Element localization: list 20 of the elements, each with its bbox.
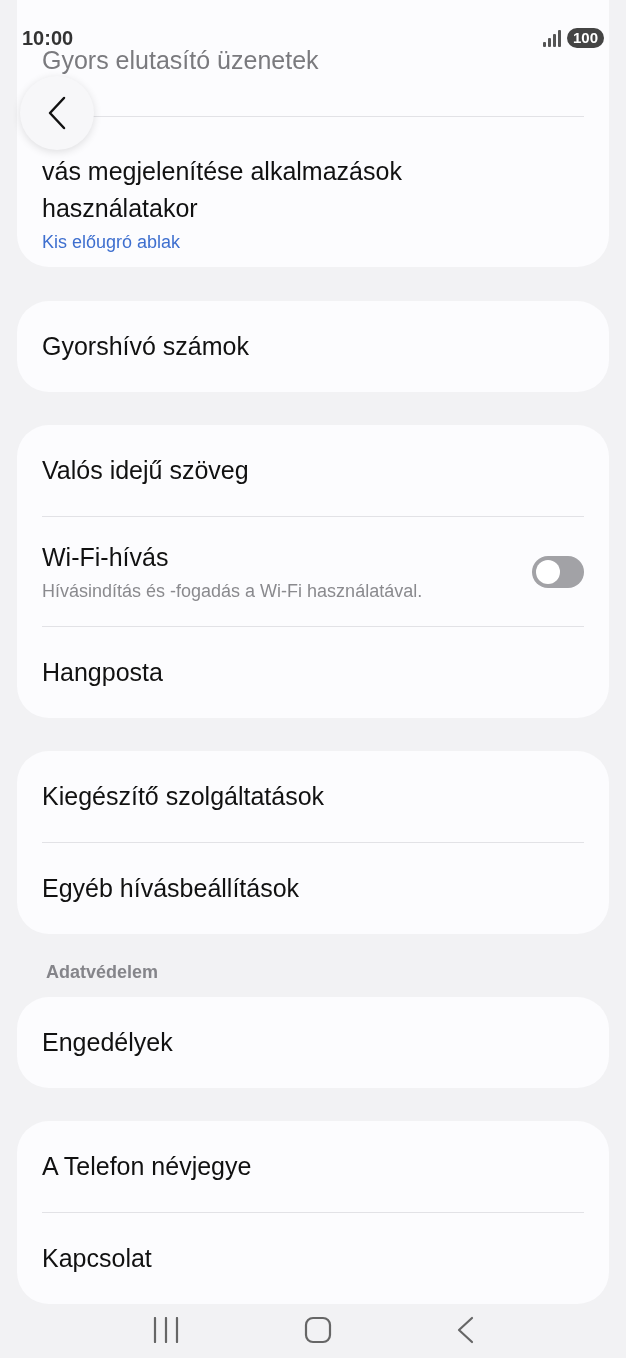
- back-nav-icon[interactable]: [456, 1316, 474, 1344]
- setting-title[interactable]: Kapcsolat: [42, 1240, 584, 1277]
- setting-title[interactable]: Kiegészítő szolgáltatások: [42, 778, 584, 815]
- setting-title[interactable]: Gyorshívó számok: [42, 328, 584, 365]
- signal-icon: [541, 29, 562, 47]
- setting-title[interactable]: Egyéb hívásbeállítások: [42, 870, 584, 907]
- setting-title[interactable]: Valós idejű szöveg: [42, 452, 584, 489]
- status-time: 10:00: [22, 26, 74, 51]
- back-icon: [47, 96, 67, 130]
- home-icon[interactable]: [304, 1316, 332, 1344]
- section-header: Adatvédelem: [45, 961, 160, 984]
- setting-title[interactable]: vás megjelenítése alkalmazások használatakor: [42, 153, 492, 227]
- setting-summary: Kis előugró ablak: [42, 231, 182, 254]
- setting-title[interactable]: Wi-Fi-hívás: [42, 539, 512, 576]
- setting-title[interactable]: Engedélyek: [42, 1024, 584, 1061]
- setting-title[interactable]: Hangposta: [42, 654, 584, 691]
- toggle-switch[interactable]: [532, 555, 584, 588]
- setting-title[interactable]: A Telefon névjegye: [42, 1148, 584, 1185]
- recents-icon[interactable]: [152, 1317, 180, 1343]
- setting-summary: Hívásindítás és -fogadás a Wi-Fi használatával.: [42, 580, 424, 603]
